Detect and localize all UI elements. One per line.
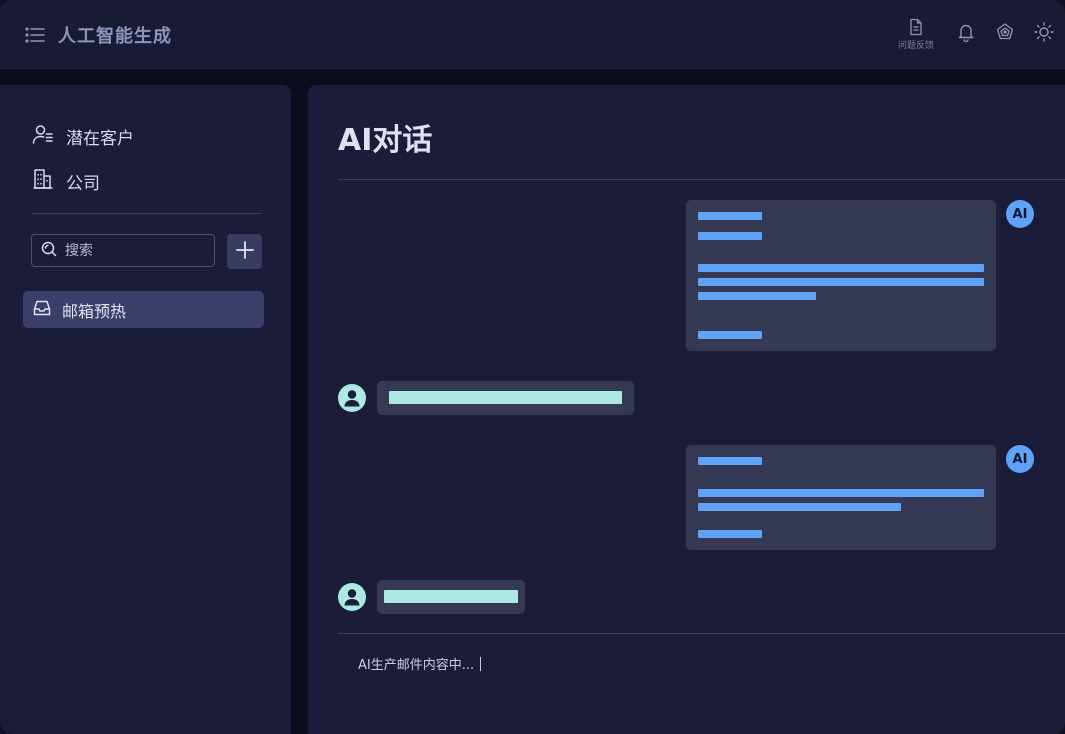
- sidebar-item-label: 潜在客户: [66, 128, 134, 149]
- text-placeholder-line: [389, 391, 622, 404]
- input-divider: [338, 633, 1065, 634]
- app-title: 人工智能生成: [58, 26, 172, 47]
- user-message-bubble: [377, 580, 525, 614]
- text-placeholder-line: [698, 530, 762, 538]
- status-text: AI生产邮件内容中...: [358, 658, 475, 673]
- user-message-bubble: [377, 381, 634, 415]
- menu-icon[interactable]: [24, 24, 46, 46]
- text-placeholder-line: [698, 292, 816, 300]
- feedback-button[interactable]: 问题反馈: [892, 18, 940, 58]
- building-icon: [32, 168, 66, 194]
- page-title: AI对话: [338, 123, 433, 158]
- sidebar-item-company[interactable]: 公司: [32, 167, 100, 195]
- user-avatar: [338, 583, 366, 611]
- user-list-icon: [32, 123, 66, 149]
- document-icon: [892, 18, 940, 36]
- text-placeholder-line: [698, 457, 762, 465]
- text-placeholder-line: [698, 278, 984, 286]
- bell-icon[interactable]: [956, 22, 976, 43]
- sidebar: 潜在客户 公司 搜索 邮箱预热: [0, 85, 291, 734]
- sidebar-divider: [31, 213, 262, 214]
- search-icon: [41, 241, 57, 261]
- plus-icon: [235, 240, 255, 264]
- text-placeholder-line: [698, 232, 762, 240]
- chat-panel: AI对话 AI AI AI生产邮件内容中...: [308, 85, 1065, 734]
- user-icon: [338, 390, 366, 412]
- conversation-label: 邮箱预热: [62, 301, 127, 321]
- sidebar-item-label: 公司: [66, 173, 100, 194]
- add-conversation-button[interactable]: [227, 234, 262, 269]
- search-input[interactable]: [63, 241, 207, 260]
- theme-icon[interactable]: [995, 22, 1015, 42]
- text-placeholder-line: [698, 331, 762, 339]
- user-icon: [338, 589, 366, 611]
- text-placeholder-line: [384, 590, 518, 603]
- text-cursor: [480, 657, 482, 671]
- sidebar-item-leads[interactable]: 潜在客户: [32, 122, 134, 150]
- search-box: [31, 234, 215, 267]
- ai-avatar: AI: [1006, 445, 1034, 473]
- ai-message-bubble: [686, 200, 996, 351]
- conversation-item-email-warmup[interactable]: 邮箱预热: [23, 291, 264, 328]
- user-avatar: [338, 384, 366, 412]
- text-placeholder-line: [698, 503, 901, 511]
- feedback-label: 问题反馈: [897, 41, 934, 51]
- text-placeholder-line: [698, 489, 984, 497]
- top-bar: 人工智能生成 问题反馈: [0, 0, 1065, 69]
- text-placeholder-line: [698, 264, 984, 272]
- app-window: 人工智能生成 问题反馈 潜在客户 公司 搜索 邮箱预热 AI对话 AI AI A…: [0, 0, 1065, 734]
- title-divider: [338, 179, 1065, 180]
- generation-status: AI生产邮件内容中...: [358, 654, 482, 673]
- text-placeholder-line: [698, 212, 762, 220]
- ai-avatar: AI: [1006, 200, 1034, 228]
- ai-message-bubble: [686, 445, 996, 550]
- sun-icon[interactable]: [1034, 22, 1054, 42]
- inbox-icon: [23, 299, 62, 321]
